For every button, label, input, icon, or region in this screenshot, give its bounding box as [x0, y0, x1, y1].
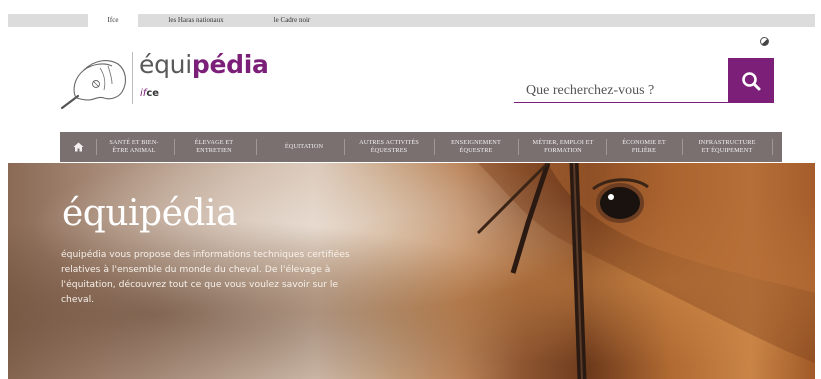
nav-item-label: Équitation [284, 143, 324, 150]
nav-item-enseignement[interactable]: Enseignement équestre [436, 132, 516, 162]
home-icon[interactable] [73, 142, 84, 152]
nav-item-label: filière [631, 147, 657, 154]
nav-item-label: Infrastructure [698, 139, 756, 146]
nav-separator [256, 139, 257, 155]
nav-item-elevage[interactable]: Élevage et entretien [176, 132, 252, 162]
hero-title: équipédia [62, 193, 237, 234]
nav-separator [174, 139, 175, 155]
nav-separator [518, 139, 519, 155]
nav-separator [96, 139, 97, 155]
hero-description: équipédia vous propose des informations … [61, 249, 350, 305]
site-logo[interactable]: équipédia ifce [60, 50, 269, 110]
nav-item-economie[interactable]: Économie et filière [608, 132, 680, 162]
tab-cadre-noir[interactable]: le Cadre noir [262, 14, 322, 27]
nav-item-label: équestres [370, 147, 408, 154]
nav-item-label: être animal [112, 147, 156, 154]
logo-name-light: équi [139, 50, 192, 79]
logo-ifce: ifce [140, 88, 159, 99]
search-icon [742, 71, 761, 90]
search-input[interactable]: Que recherchez-vous ? [514, 78, 728, 103]
nav-item-sante[interactable]: Santé et bien-être animal [98, 132, 170, 162]
nav-item-infrastructure[interactable]: Infrastructure et équipement [684, 132, 770, 162]
logo-name-bold: pédia [191, 50, 269, 79]
tab-ifce[interactable]: Ifce [88, 14, 138, 27]
nav-item-equitation[interactable]: Équitation [258, 132, 350, 162]
contrast-icon[interactable] [760, 37, 769, 46]
nav-item-label: Autres activités [359, 139, 419, 146]
nav-item-label: Économie et [622, 139, 666, 146]
nav-item-label: Élevage et [194, 139, 234, 146]
nav-item-label: et équipement [701, 147, 753, 154]
tab-haras-nationaux[interactable]: les Haras nationaux [156, 14, 236, 27]
horse-head-logo-icon [60, 60, 127, 110]
logo-sub-bold: ce [146, 88, 160, 99]
nav-separator [434, 139, 435, 155]
nav-separator [772, 139, 773, 155]
logo-divider [132, 52, 133, 104]
nav-item-label: entretien [196, 147, 232, 154]
nav-item-label: formation [544, 147, 582, 154]
nav-item-metier[interactable]: Métier, emploi et formation [520, 132, 606, 162]
main-nav: Santé et bien-être animal Élevage et entr… [60, 132, 782, 162]
nav-separator [344, 139, 345, 155]
nav-item-label: équestre [459, 147, 493, 154]
nav-item-label: Métier, emploi et [532, 139, 594, 146]
hero-banner: équipédia équipédia vous propose des inf… [8, 163, 815, 379]
nav-item-autres-activites[interactable]: Autres activités équestres [346, 132, 432, 162]
search-button[interactable] [728, 58, 774, 103]
nav-item-label: Enseignement [451, 139, 501, 146]
nav-separator [606, 139, 607, 155]
nav-separator [682, 139, 683, 155]
top-bar: Ifce les Haras nationaux le Cadre noir [8, 14, 815, 27]
nav-item-label: Santé et bien- [109, 139, 159, 146]
logo-wordmark: équipédia [139, 50, 269, 79]
